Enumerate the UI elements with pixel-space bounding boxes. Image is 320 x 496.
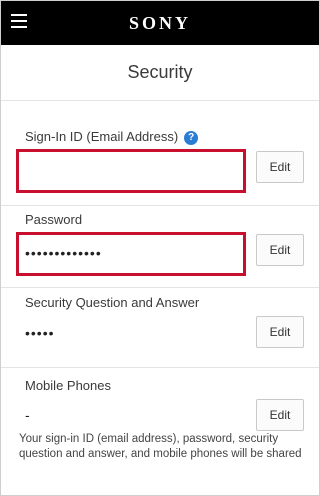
signin-id-field <box>16 149 246 193</box>
title-divider <box>1 100 319 101</box>
security-question-label: Security Question and Answer <box>25 295 200 310</box>
mobile-phones-value: - <box>25 407 31 423</box>
section-divider <box>1 205 319 206</box>
page-title: Security <box>127 62 193 82</box>
section-divider <box>1 287 319 288</box>
help-question-icon[interactable]: ? <box>184 131 199 145</box>
edit-signin-id-button[interactable]: Edit <box>256 151 304 183</box>
signin-id-label: Sign-In ID (Email Address)? <box>25 129 199 145</box>
section-divider <box>1 367 319 368</box>
password-label: Password <box>25 212 83 227</box>
edit-security-question-button[interactable]: Edit <box>256 316 304 348</box>
edit-mobile-phones-button[interactable]: Edit <box>256 399 304 431</box>
app-frame: SONY Security Sign-In ID (Email Address)… <box>0 0 320 496</box>
security-question-value: ••••• <box>25 325 55 341</box>
password-field: ••••••••••••• <box>16 232 246 276</box>
password-value: ••••••••••••• <box>25 245 102 261</box>
top-navigation-bar: SONY <box>1 1 319 45</box>
signin-id-label-text: Sign-In ID (Email Address) <box>25 129 179 144</box>
brand-logo[interactable]: SONY <box>1 13 319 34</box>
mobile-phones-label: Mobile Phones <box>25 378 111 393</box>
edit-password-button[interactable]: Edit <box>256 234 304 266</box>
footer-note: Your sign-in ID (email address), passwor… <box>19 433 302 460</box>
